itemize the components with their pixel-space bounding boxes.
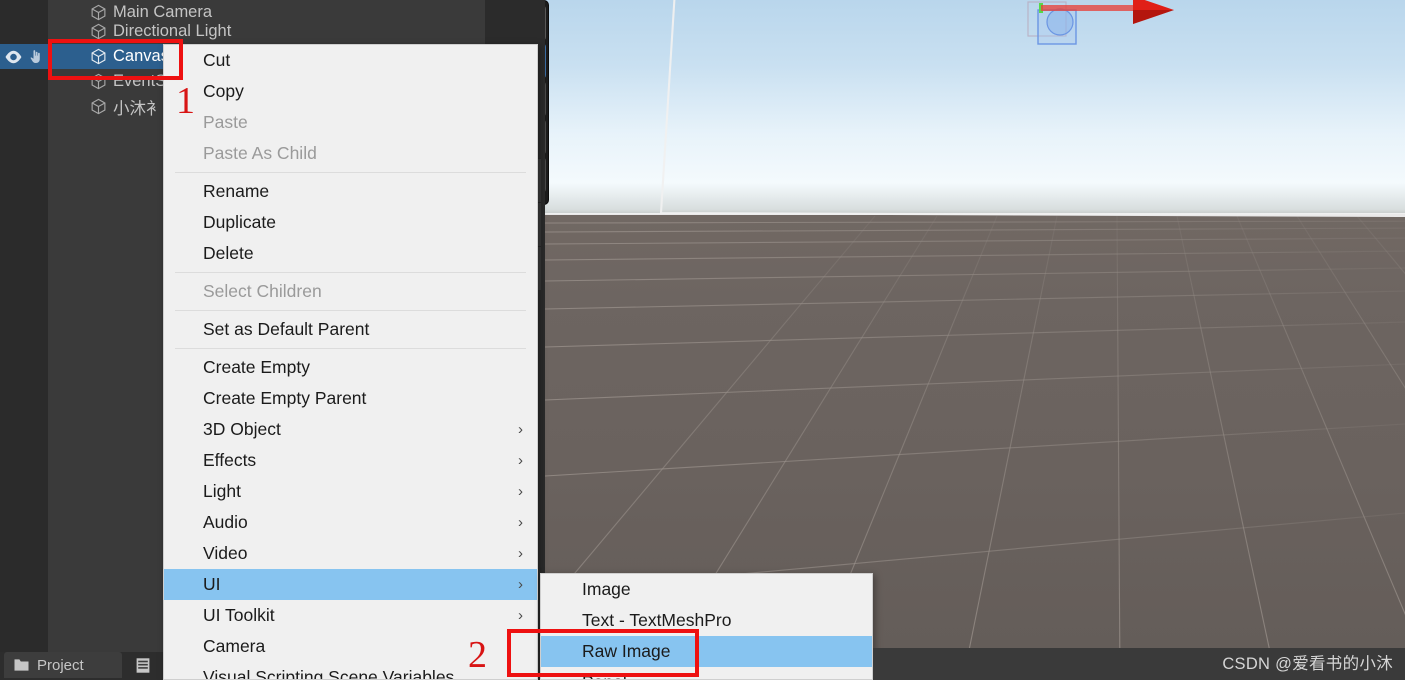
folder-icon xyxy=(14,659,29,671)
menu-item-delete[interactable]: Delete xyxy=(164,238,537,269)
hierarchy-context-menu[interactable]: Cut Copy Paste Paste As Child Rename Dup… xyxy=(163,44,538,680)
menu-item-rename[interactable]: Rename xyxy=(164,176,537,207)
menu-item-label: Set as Default Parent xyxy=(203,319,370,339)
menu-item-label: UI xyxy=(203,574,221,594)
tab-project[interactable]: Project xyxy=(4,652,122,678)
menu-item-duplicate[interactable]: Duplicate xyxy=(164,207,537,238)
menu-item-label: Paste xyxy=(203,112,248,132)
console-list-icon xyxy=(136,657,150,673)
menu-item-create-empty[interactable]: Create Empty xyxy=(164,352,537,383)
eye-icon[interactable] xyxy=(4,50,23,64)
menu-item-audio[interactable]: Audio › xyxy=(164,507,537,538)
menu-item-effects[interactable]: Effects › xyxy=(164,445,537,476)
menu-item-create-empty-parent[interactable]: Create Empty Parent xyxy=(164,383,537,414)
watermark-text: CSDN @爱看书的小沐 xyxy=(1222,655,1393,673)
menu-item-label: Image xyxy=(582,579,631,599)
menu-item-ui-toolkit[interactable]: UI Toolkit › xyxy=(164,600,537,631)
menu-item-select-children: Select Children xyxy=(164,276,537,307)
chevron-right-icon: › xyxy=(518,421,523,438)
menu-item-cut[interactable]: Cut xyxy=(164,45,537,76)
cube-icon xyxy=(90,98,107,115)
cube-icon xyxy=(90,23,107,40)
tab-project-label: Project xyxy=(37,656,84,674)
chevron-right-icon: › xyxy=(518,607,523,624)
chevron-right-icon: › xyxy=(518,452,523,469)
visibility-toggles[interactable] xyxy=(0,49,48,65)
menu-separator xyxy=(175,272,526,273)
menu-item-set-as-default-parent[interactable]: Set as Default Parent xyxy=(164,314,537,345)
menu-item-paste-as-child: Paste As Child xyxy=(164,138,537,169)
menu-item-label: Create Empty Parent xyxy=(203,388,367,408)
menu-item-label: Effects xyxy=(203,450,257,470)
menu-item-label: Cut xyxy=(203,50,231,70)
menu-item-copy[interactable]: Copy xyxy=(164,76,537,107)
hand-tool-button[interactable] xyxy=(545,5,546,41)
chevron-right-icon: › xyxy=(518,483,523,500)
menu-separator xyxy=(175,310,526,311)
menu-item-label: Visual Scripting Scene Variables xyxy=(203,667,455,680)
menu-separator xyxy=(175,172,526,173)
menu-item-label: Text - TextMeshPro xyxy=(582,610,732,630)
rect-tool-button[interactable] xyxy=(545,157,546,193)
chevron-right-icon: › xyxy=(518,545,523,562)
menu-item-light[interactable]: Light › xyxy=(164,476,537,507)
annotation-number-1: 1 xyxy=(176,80,195,122)
annotation-box-raw-image xyxy=(507,629,699,677)
menu-item-paste: Paste xyxy=(164,107,537,138)
menu-item-label: Camera xyxy=(203,636,266,656)
move-gizmo[interactable] xyxy=(1000,0,1180,56)
hierarchy-item-label: 小沐衤 xyxy=(113,99,163,118)
submenu-item-image[interactable]: Image xyxy=(541,574,872,605)
menu-item-3d-object[interactable]: 3D Object › xyxy=(164,414,537,445)
move-tool-button[interactable] xyxy=(545,43,546,79)
menu-item-label: Copy xyxy=(203,81,244,101)
rotate-tool-button[interactable] xyxy=(545,81,546,117)
menu-item-label: 3D Object xyxy=(203,419,281,439)
menu-item-label: Duplicate xyxy=(203,212,276,232)
annotation-number-2: 2 xyxy=(468,634,487,676)
menu-item-label: Video xyxy=(203,543,248,563)
pointer-hand-icon[interactable] xyxy=(27,49,44,65)
menu-item-label: UI Toolkit xyxy=(203,605,275,625)
annotation-box-canvas xyxy=(48,39,183,80)
menu-item-label: Paste As Child xyxy=(203,143,317,163)
menu-item-label: Select Children xyxy=(203,281,322,301)
menu-separator xyxy=(175,348,526,349)
chevron-right-icon: › xyxy=(518,576,523,593)
menu-item-label: Audio xyxy=(203,512,248,532)
menu-item-label: Create Empty xyxy=(203,357,310,377)
chevron-right-icon: › xyxy=(518,514,523,531)
menu-item-video[interactable]: Video › xyxy=(164,538,537,569)
scale-tool-button[interactable] xyxy=(545,119,546,155)
menu-item-ui[interactable]: UI › xyxy=(164,569,537,600)
menu-item-label: Rename xyxy=(203,181,270,201)
scene-tools-palette[interactable] xyxy=(545,0,549,205)
tab-console[interactable] xyxy=(126,652,160,678)
menu-item-label: Light xyxy=(203,481,241,501)
menu-item-label: Delete xyxy=(203,243,254,263)
